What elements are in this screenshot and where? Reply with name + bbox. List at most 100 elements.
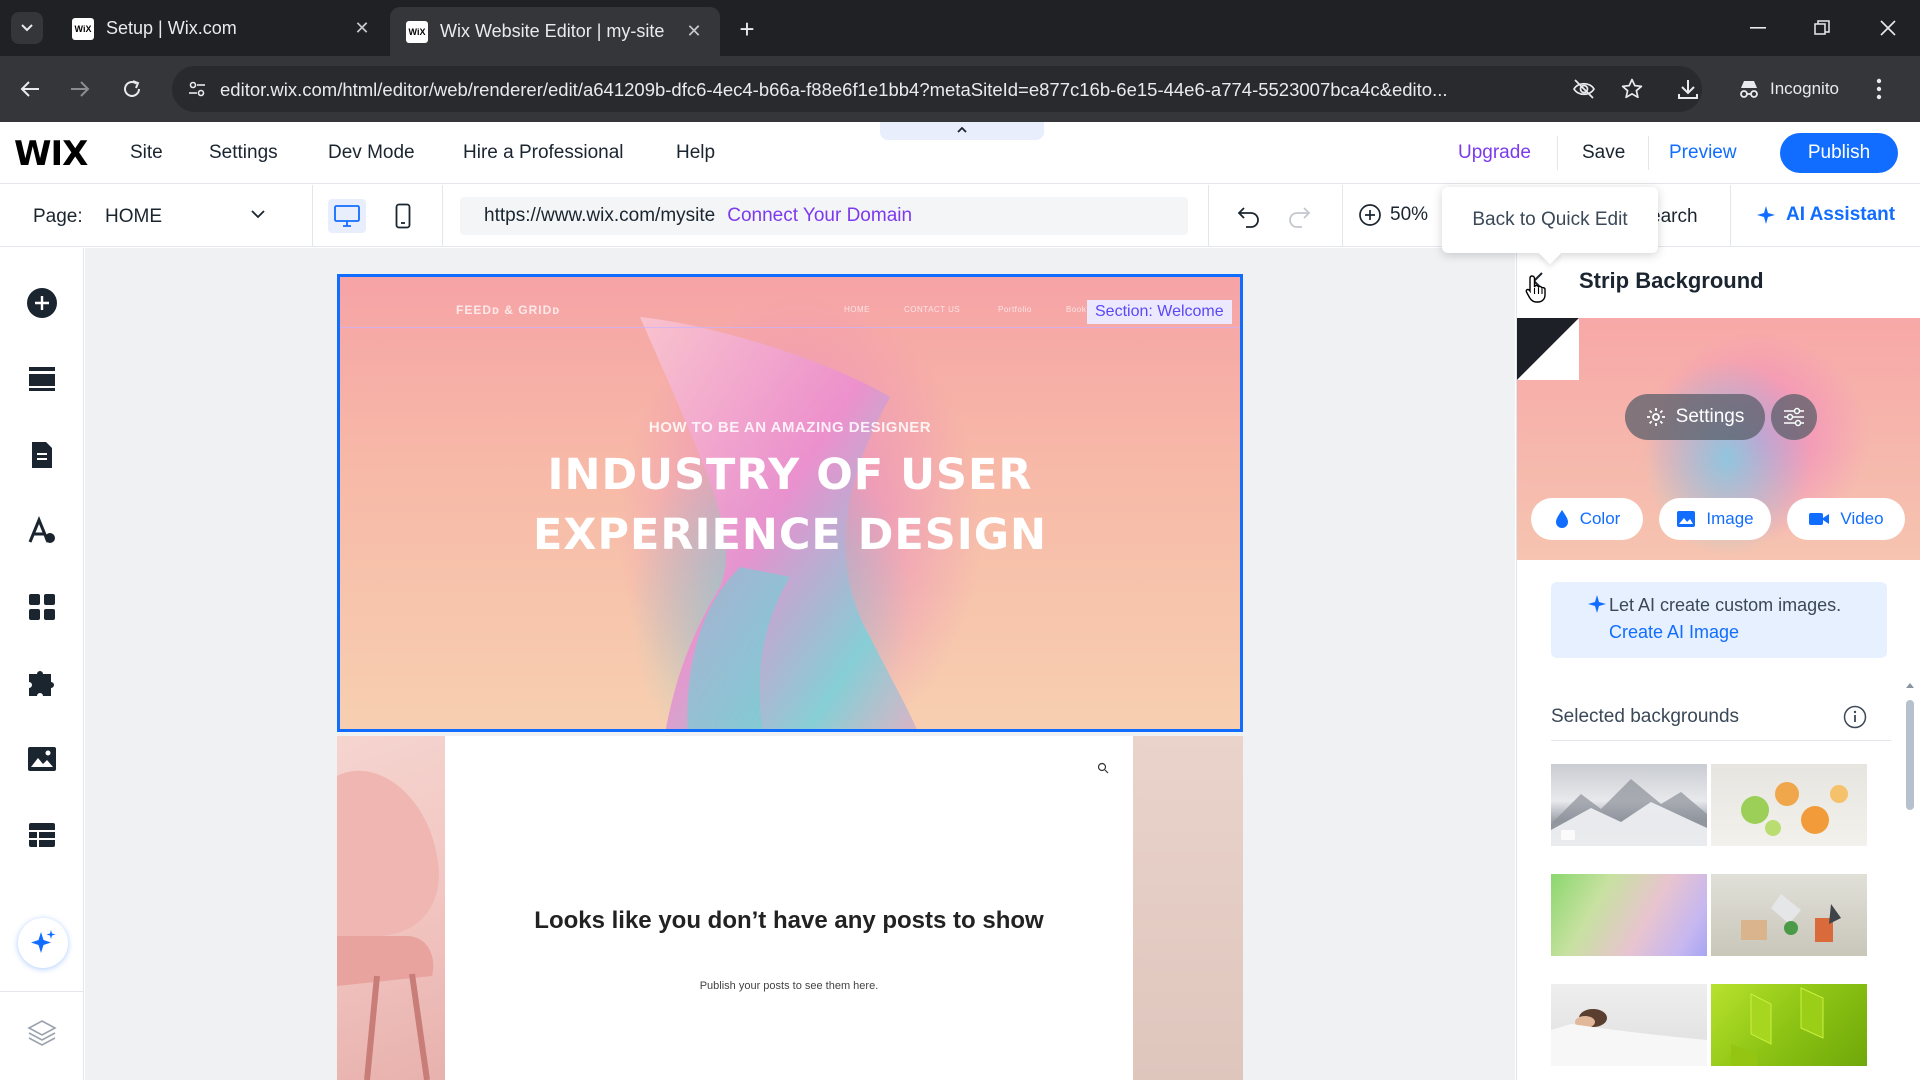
menu-settings[interactable]: Settings (209, 142, 278, 164)
forward-icon (71, 81, 90, 97)
info-icon[interactable] (1843, 705, 1867, 729)
redo-icon (1289, 207, 1311, 228)
editor-canvas[interactable]: FEEDᴅ & GRIDᴅ HOME CONTACT US Portfolio … (85, 248, 1515, 1080)
close-tab-icon[interactable]: ✕ (352, 18, 372, 39)
design-icon[interactable] (25, 514, 59, 548)
url-text[interactable]: editor.wix.com/html/editor/web/renderer/… (220, 79, 1600, 101)
menu-dev-mode[interactable]: Dev Mode (328, 142, 415, 164)
menu-hire-professional[interactable]: Hire a Professional (463, 142, 624, 164)
panel-scrollbar[interactable] (1906, 700, 1914, 810)
hero-kicker[interactable]: HOW TO BE AN AMAZING DESIGNER (340, 419, 1240, 436)
add-elements-icon[interactable] (25, 286, 59, 320)
create-ai-image-link[interactable]: Create AI Image (1609, 622, 1739, 642)
pages-icon[interactable] (25, 438, 59, 472)
connect-domain-link[interactable]: Connect Your Domain (727, 205, 912, 227)
video-option-button[interactable]: Video (1787, 498, 1905, 540)
section-label[interactable]: Section: Welcome (1087, 300, 1232, 324)
minimize-button[interactable] (1738, 14, 1778, 42)
cms-icon[interactable] (25, 818, 59, 852)
redo-button[interactable] (1286, 204, 1312, 228)
new-tab-button[interactable]: + (732, 14, 762, 45)
background-preview[interactable]: Settings Color Image Video (1517, 318, 1920, 560)
chair-image (337, 736, 445, 1080)
tab-title: Setup | Wix.com (106, 18, 237, 38)
droplet-icon (1555, 510, 1568, 528)
tab-wix-editor[interactable]: WiX Wix Website Editor | my-site ✕ (390, 7, 720, 56)
site-url-text: https://www.wix.com/mysite (484, 205, 716, 226)
ai-banner-message: Let AI create custom images. (1609, 595, 1842, 615)
tab-setup[interactable]: WiX Setup | Wix.com ✕ (56, 7, 388, 50)
omnibox[interactable]: editor.wix.com/html/editor/web/renderer/… (172, 66, 1702, 112)
restore-icon (1814, 20, 1830, 35)
download-button[interactable] (1672, 73, 1704, 105)
background-thumbnail[interactable] (1551, 874, 1707, 956)
forward-button[interactable] (64, 73, 96, 105)
collapse-toolbar-tab[interactable] (880, 122, 1044, 140)
site-info-icon[interactable] (182, 74, 212, 104)
eye-off-icon[interactable] (1572, 77, 1596, 101)
background-thumbnail[interactable] (1711, 764, 1867, 846)
corner-swatch (1517, 318, 1579, 380)
adjustments-button[interactable] (1771, 394, 1817, 440)
close-tab-icon[interactable]: ✕ (684, 21, 704, 42)
zoom-control[interactable]: 50% (1358, 203, 1428, 227)
zoom-in-icon (1359, 204, 1381, 226)
back-button[interactable] (14, 73, 46, 105)
desktop-view-button[interactable] (328, 199, 366, 233)
background-thumbnail[interactable] (1551, 764, 1707, 846)
site-nav-item[interactable]: Portfolio (998, 305, 1032, 314)
close-window-button[interactable] (1868, 14, 1908, 42)
save-button[interactable]: Save (1582, 142, 1625, 164)
image-option-label: Image (1706, 509, 1754, 528)
background-thumbnail[interactable] (1711, 984, 1867, 1066)
reload-button[interactable] (116, 73, 148, 105)
ai-sparkle-icon[interactable] (18, 918, 68, 968)
image-option-button[interactable]: Image (1659, 498, 1771, 540)
apps-icon[interactable] (25, 590, 59, 624)
site-nav-item[interactable]: HOME (844, 305, 870, 314)
background-thumbnail[interactable] (1551, 984, 1707, 1066)
welcome-section[interactable]: FEEDᴅ & GRIDᴅ HOME CONTACT US Portfolio … (337, 274, 1243, 732)
wix-logo[interactable]: WIX (14, 134, 88, 174)
scroll-up-icon[interactable] (1905, 681, 1915, 689)
sections-icon[interactable] (25, 362, 59, 396)
undo-icon (1237, 207, 1259, 228)
search-icon[interactable] (1097, 762, 1109, 774)
layers-icon[interactable] (25, 1016, 59, 1050)
media-icon[interactable] (25, 742, 59, 776)
color-option-button[interactable]: Color (1531, 498, 1643, 540)
site-address-field[interactable]: https://www.wix.com/mysite Connect Your … (460, 197, 1188, 235)
preview-button[interactable]: Preview (1669, 142, 1737, 164)
minimize-icon (1750, 27, 1766, 29)
publish-button[interactable]: Publish (1780, 133, 1898, 173)
strip-background-panel: Strip Background Settings Color Image Vi… (1516, 248, 1920, 1080)
ai-banner-text: Let AI create custom images. Create AI I… (1609, 592, 1879, 646)
tab-search-dropdown[interactable] (11, 12, 43, 44)
divider (0, 991, 84, 992)
video-camera-icon (1809, 513, 1830, 525)
star-icon[interactable] (1620, 77, 1644, 101)
mobile-view-button[interactable] (386, 199, 420, 233)
mobile-icon (395, 203, 411, 229)
ai-assistant-button[interactable]: AI Assistant (1756, 204, 1895, 226)
incognito-indicator[interactable]: Incognito (1728, 70, 1856, 108)
upgrade-button[interactable]: Upgrade (1458, 142, 1531, 164)
menu-site[interactable]: Site (130, 142, 163, 164)
settings-button[interactable]: Settings (1625, 394, 1765, 440)
site-nav-item[interactable]: CONTACT US (904, 305, 960, 314)
menu-help[interactable]: Help (676, 142, 715, 164)
chevron-up-icon (957, 126, 967, 133)
undo-button[interactable] (1236, 204, 1262, 228)
background-thumbnail[interactable] (1711, 874, 1867, 956)
hero-headline-line: EXPERIENCE DESIGN (532, 510, 1048, 560)
business-apps-icon[interactable] (25, 666, 59, 700)
hero-headline[interactable]: INDUSTRY OF USER EXPERIENCE DESIGN (340, 445, 1240, 565)
image-icon (1677, 511, 1696, 527)
site-brand[interactable]: FEEDᴅ & GRIDᴅ (456, 303, 560, 317)
restore-button[interactable] (1802, 14, 1842, 42)
blog-section[interactable]: Looks like you don’t have any posts to s… (337, 736, 1243, 1080)
selected-backgrounds-title: Selected backgrounds (1551, 706, 1740, 727)
browser-menu-button[interactable] (1876, 78, 1882, 100)
page-selector[interactable]: HOME (105, 206, 162, 228)
chevron-down-icon[interactable] (250, 208, 266, 220)
